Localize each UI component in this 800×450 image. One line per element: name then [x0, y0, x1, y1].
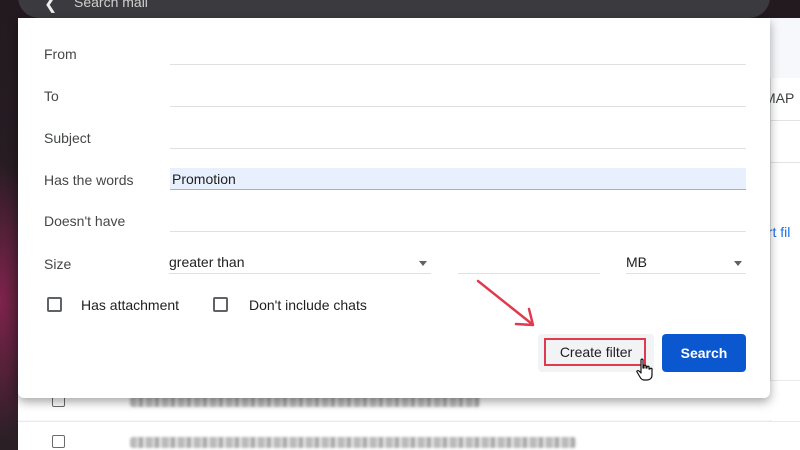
hand-cursor-icon	[636, 358, 653, 381]
blurred-email-text	[130, 437, 576, 448]
email-row[interactable]	[18, 421, 800, 450]
size-unit-value: MB	[626, 254, 647, 270]
has-attachment-checkbox[interactable]	[47, 297, 62, 312]
dropdown-arrow-icon	[734, 261, 742, 266]
gmail-divider	[770, 120, 800, 121]
from-label: From	[44, 46, 77, 62]
annotation-arrow-icon	[476, 279, 535, 327]
search-options-panel: From To Subject Has the words Promotion …	[18, 18, 770, 398]
size-unit-select[interactable]: MB	[626, 252, 746, 274]
dropdown-arrow-icon	[419, 261, 427, 266]
from-field[interactable]	[170, 64, 746, 65]
size-value-field[interactable]	[458, 252, 600, 274]
search-placeholder: Search mail	[74, 0, 148, 10]
to-field[interactable]	[170, 106, 746, 107]
doesnt-have-label: Doesn't have	[44, 213, 126, 229]
size-operator-value: greater than	[169, 254, 245, 270]
gmail-divider	[770, 162, 800, 163]
email-row-checkbox[interactable]	[52, 435, 65, 448]
dont-include-chats-checkbox[interactable]	[213, 297, 228, 312]
to-label: To	[44, 88, 59, 104]
dont-include-chats-label[interactable]: Don't include chats	[249, 297, 367, 313]
back-arrow-icon[interactable]: ❮	[44, 0, 57, 14]
subject-field[interactable]	[170, 148, 746, 149]
size-operator-select[interactable]: greater than	[169, 252, 431, 274]
search-button[interactable]: Search	[662, 334, 746, 372]
size-label: Size	[44, 256, 72, 272]
search-bar[interactable]: ❮ Search mail	[18, 0, 770, 18]
has-words-label: Has the words	[44, 172, 134, 188]
subject-label: Subject	[44, 130, 91, 146]
has-words-field[interactable]: Promotion	[170, 168, 746, 190]
has-attachment-label[interactable]: Has attachment	[81, 297, 179, 313]
doesnt-have-field[interactable]	[170, 231, 746, 232]
